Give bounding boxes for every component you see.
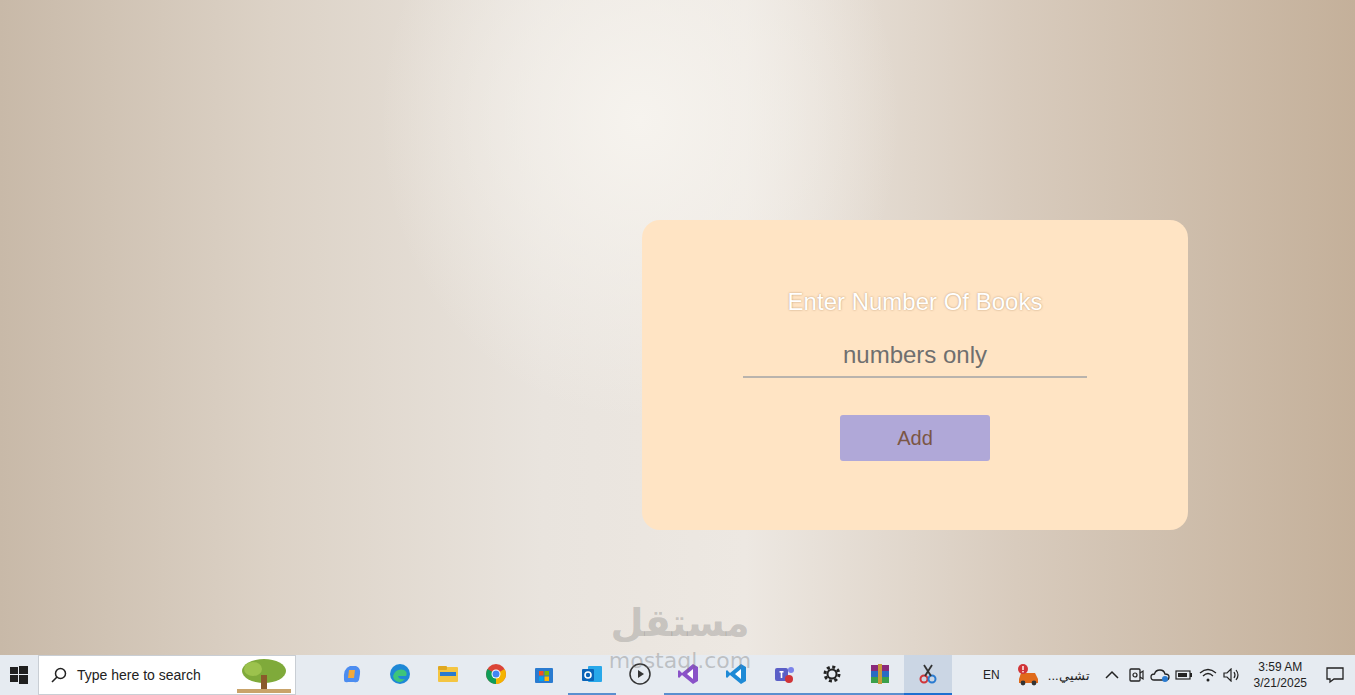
camera-icon bbox=[1128, 667, 1144, 683]
language-indicator[interactable]: EN bbox=[973, 668, 1010, 682]
system-tray: EN تشيي... 3:59 AM3/21/2025 bbox=[973, 655, 1355, 695]
battery-icon bbox=[1175, 668, 1193, 682]
gear-icon bbox=[820, 662, 844, 686]
vscode-icon bbox=[724, 662, 748, 686]
watermark-arabic: مستقل bbox=[611, 598, 750, 648]
taskbar-app[interactable] bbox=[760, 655, 808, 695]
clock-date: 3/21/2025 bbox=[1254, 675, 1307, 691]
volume-button[interactable] bbox=[1220, 655, 1244, 695]
books-card: Enter Number Of Books Add bbox=[642, 220, 1188, 530]
add-button[interactable]: Add bbox=[840, 415, 990, 461]
taskbar-app[interactable] bbox=[424, 655, 472, 695]
taskbar-app[interactable] bbox=[808, 655, 856, 695]
taskbar-app[interactable] bbox=[904, 655, 952, 695]
taskbar-apps bbox=[328, 655, 952, 695]
taskbar-app[interactable] bbox=[472, 655, 520, 695]
wifi-button[interactable] bbox=[1196, 655, 1220, 695]
battery-button[interactable] bbox=[1172, 655, 1196, 695]
notification-text: تشيي... bbox=[1048, 668, 1090, 683]
action-center-button[interactable] bbox=[1315, 655, 1355, 695]
clock[interactable]: 3:59 AM3/21/2025 bbox=[1244, 659, 1315, 691]
taskbar-app[interactable] bbox=[376, 655, 424, 695]
taskbar-app[interactable] bbox=[328, 655, 376, 695]
meet-button[interactable] bbox=[1124, 655, 1148, 695]
card-title: Enter Number Of Books bbox=[788, 286, 1043, 318]
onedrive-button[interactable] bbox=[1148, 655, 1172, 695]
show-hidden-button[interactable] bbox=[1100, 655, 1124, 695]
teams-icon bbox=[772, 662, 796, 686]
folder-icon bbox=[436, 662, 460, 686]
taskbar-app[interactable] bbox=[568, 655, 616, 695]
watermark-latin: mostaql.com bbox=[609, 648, 752, 674]
chrome-icon bbox=[484, 662, 508, 686]
chevron-up-icon bbox=[1105, 670, 1119, 680]
edge-icon bbox=[388, 662, 412, 686]
store-icon bbox=[532, 662, 556, 686]
tree-icon bbox=[235, 657, 293, 693]
start-button[interactable] bbox=[0, 655, 38, 695]
speaker-icon bbox=[1223, 668, 1241, 682]
car-alert-icon bbox=[1016, 663, 1042, 687]
taskbar-app[interactable] bbox=[856, 655, 904, 695]
scissors-icon bbox=[916, 662, 940, 686]
watermark: مستقلmostaql.com bbox=[580, 598, 780, 674]
books-input[interactable] bbox=[743, 334, 1087, 378]
search-placeholder: Type here to search bbox=[77, 667, 225, 683]
screen: Enter Number Of Books Add Type here to sea… bbox=[0, 0, 1355, 695]
play-icon bbox=[628, 662, 652, 686]
copilot-icon bbox=[340, 662, 364, 686]
clock-time: 3:59 AM bbox=[1258, 659, 1302, 675]
cloud-icon bbox=[1150, 667, 1170, 683]
archive-icon bbox=[868, 662, 892, 686]
taskbar-app[interactable] bbox=[664, 655, 712, 695]
outlook-icon bbox=[580, 662, 604, 686]
wifi-icon bbox=[1199, 668, 1217, 682]
library-photo: Enter Number Of Books Add bbox=[0, 0, 1355, 655]
visual-studio-icon bbox=[676, 662, 700, 686]
windows-icon bbox=[10, 666, 28, 684]
taskbar-app[interactable] bbox=[712, 655, 760, 695]
search-icon bbox=[51, 667, 67, 683]
notification-app[interactable]: تشيي... bbox=[1010, 663, 1100, 687]
message-icon bbox=[1326, 666, 1344, 684]
taskbar: Type here to search EN تشيي... 3:59 AM3/21/… bbox=[0, 655, 1355, 695]
taskbar-app[interactable] bbox=[616, 655, 664, 695]
search-box[interactable]: Type here to search bbox=[38, 655, 296, 695]
taskbar-app[interactable] bbox=[520, 655, 568, 695]
